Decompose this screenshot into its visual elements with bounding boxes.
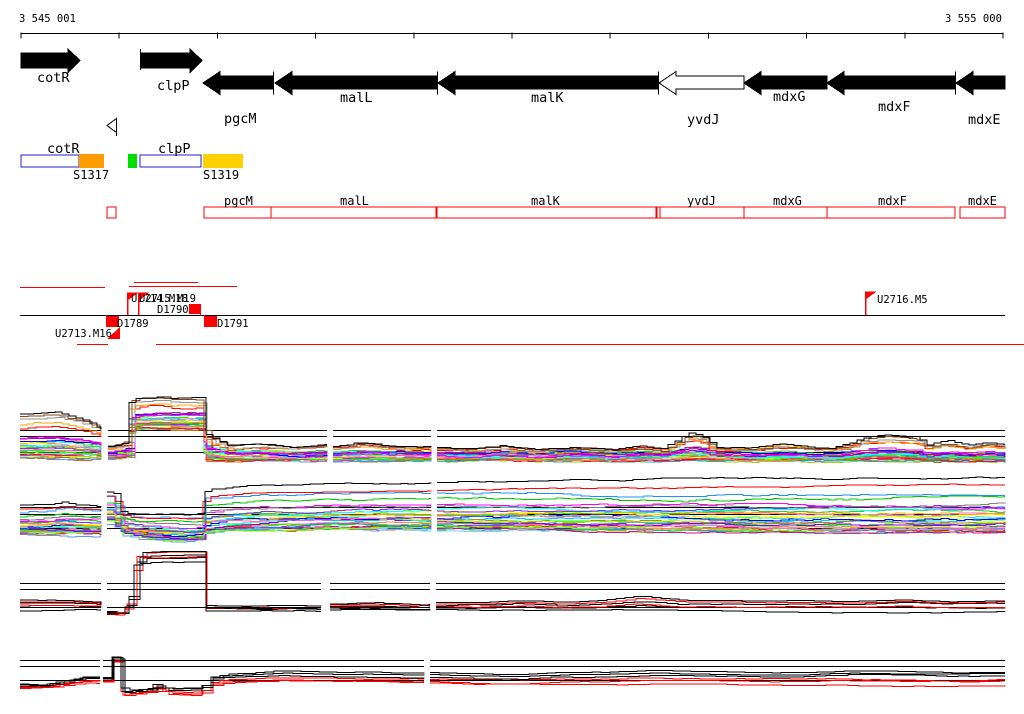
- feature-label-clpP-cds: clpP: [158, 141, 191, 157]
- ruler-end-label: 3 555 000: [945, 13, 1002, 25]
- genome-browser-canvas: cotR clpP pgcM malL malK yvdJ mdxG mdxF mdxE cotR…: [0, 0, 1024, 714]
- region-label-malK: malK: [531, 194, 561, 208]
- region-box-malK[interactable]: [436, 206, 657, 219]
- region-label-yvdJ: yvdJ: [687, 194, 716, 208]
- genome-browser-plot: cotR clpPpgcMmalL malKyvdJmdxGmdxFmdxEcotR…: [20, 32, 1024, 696]
- feature-box-green-feature[interactable]: [128, 154, 137, 168]
- ruler: [20, 32, 1004, 39]
- region-box-mdxE[interactable]: [959, 206, 1006, 219]
- probe-track: U2714.M18U2715.M19 U2716.M5D1790D1789 D179…: [20, 282, 1024, 345]
- box-marker-label: D1791: [217, 318, 249, 330]
- region-label-malL: malL: [340, 194, 369, 208]
- gene-arrow-pgcM[interactable]: [202, 70, 274, 96]
- region-box-pgcM[interactable]: [203, 206, 272, 219]
- flag-marker-label: U2716.M5: [877, 294, 928, 306]
- gene-track: cotR clpP pgcM malL malK yvdJ mdxG mdxF mdxE: [20, 47, 1006, 128]
- gene-label-mdxE: mdxE: [968, 112, 1001, 128]
- feature-label-cotR-cds: cotR: [47, 141, 80, 157]
- region-box-malL[interactable]: [270, 206, 437, 219]
- triangle-marker-label: U2713.M16: [55, 328, 112, 340]
- region-box-mdxG[interactable]: [743, 206, 828, 219]
- box-marker-label: D1789: [117, 318, 149, 330]
- flag-marker-U2716.M5[interactable]: U2716.M5: [864, 291, 928, 316]
- expression-panel-4: [20, 656, 1006, 696]
- expression-panel-3: [20, 551, 1006, 616]
- box-marker-D1791[interactable]: D1791: [204, 315, 249, 330]
- region-box-yvdJ[interactable]: [659, 206, 745, 219]
- gene-arrow-yvdJ[interactable]: [658, 70, 745, 96]
- ruler-start-label: 3 545 001: [19, 13, 76, 25]
- gene-label-malK: malK: [531, 90, 564, 106]
- gene-label-yvdJ: yvdJ: [687, 112, 720, 128]
- gene-arrow-mdxF[interactable]: [826, 70, 956, 96]
- triangle-marker-U2713.M16[interactable]: U2713.M16: [55, 327, 120, 340]
- region-box-mdxF[interactable]: [826, 206, 956, 219]
- feature-box-S1319[interactable]: [203, 154, 243, 168]
- gene-label-mdxG: mdxG: [773, 89, 806, 105]
- gene-label-mdxF: mdxF: [878, 99, 911, 115]
- region-label-mdxE: mdxE: [968, 194, 997, 208]
- feature-track: cotR S1317 clpP S1319: [20, 141, 243, 182]
- expression-series: [20, 658, 1005, 693]
- box-marker-label: D1790: [157, 304, 189, 316]
- feature-box-S1317[interactable]: [79, 154, 104, 168]
- region-track: pgcM malL malK yvdJ mdxG mdxF mdxE: [106, 194, 1006, 219]
- expression-panel-2: [20, 476, 1006, 543]
- gene-arrow-cotR[interactable]: [20, 47, 81, 74]
- region-box-unnamed[interactable]: [106, 206, 117, 219]
- gene-arrow-clpP[interactable]: [140, 47, 203, 74]
- box-marker-D1789[interactable]: D1789: [106, 315, 149, 330]
- region-label-mdxG: mdxG: [773, 194, 802, 208]
- region-label-pgcM: pgcM: [224, 194, 253, 208]
- expression-panel-1: [20, 396, 1006, 463]
- region-label-mdxF: mdxF: [878, 194, 907, 208]
- expression-series: [20, 551, 1005, 613]
- gene-label-clpP: clpP: [157, 78, 190, 94]
- triangle-marker-icon[interactable]: [106, 117, 117, 137]
- gene-arrow-mdxE[interactable]: [955, 70, 1006, 96]
- gene-label-malL: malL: [340, 90, 373, 106]
- feature-label-S1317: S1317: [73, 168, 109, 182]
- feature-label-S1319: S1319: [203, 168, 239, 182]
- expression-series: [20, 557, 1006, 614]
- expression-series: [20, 660, 1005, 694]
- gene-label-pgcM: pgcM: [224, 111, 257, 127]
- gene-label-cotR: cotR: [37, 70, 70, 86]
- expression-series: [20, 556, 1005, 616]
- box-marker-D1790[interactable]: D1790: [157, 304, 201, 316]
